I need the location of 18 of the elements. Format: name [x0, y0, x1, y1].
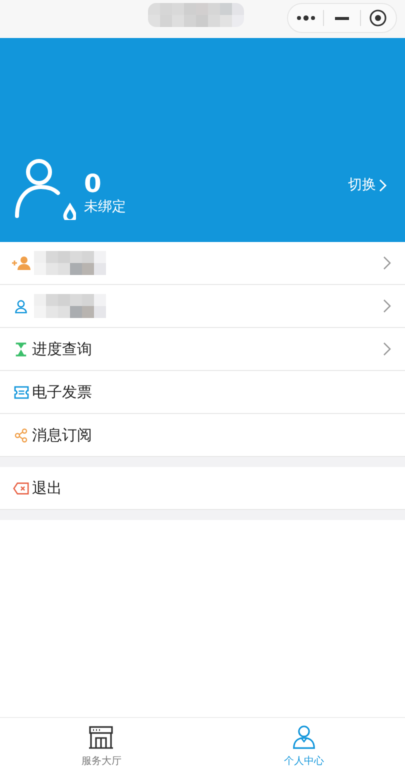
ticket-icon [14, 386, 28, 398]
tab-item[interactable]: 服务大厅 [0, 718, 202, 770]
storefront-icon [88, 726, 114, 750]
avatar-icon [14, 158, 76, 220]
more-icon[interactable] [296, 15, 316, 21]
menu-item[interactable]: 电子发票 [0, 371, 405, 414]
add-user-icon [11, 255, 31, 271]
count-value: 0 [84, 170, 102, 198]
hourglass-icon [15, 342, 27, 356]
menu-item[interactable]: 进度查询 [0, 328, 405, 371]
share-icon [14, 428, 28, 442]
binding-status: 未绑定 [84, 198, 126, 216]
user-icon [14, 298, 28, 314]
chevron-right-icon [379, 178, 387, 192]
person-icon [292, 724, 316, 750]
delete-tag-icon [13, 482, 29, 494]
close-icon[interactable] [369, 9, 388, 27]
minimize-icon[interactable] [334, 16, 349, 20]
